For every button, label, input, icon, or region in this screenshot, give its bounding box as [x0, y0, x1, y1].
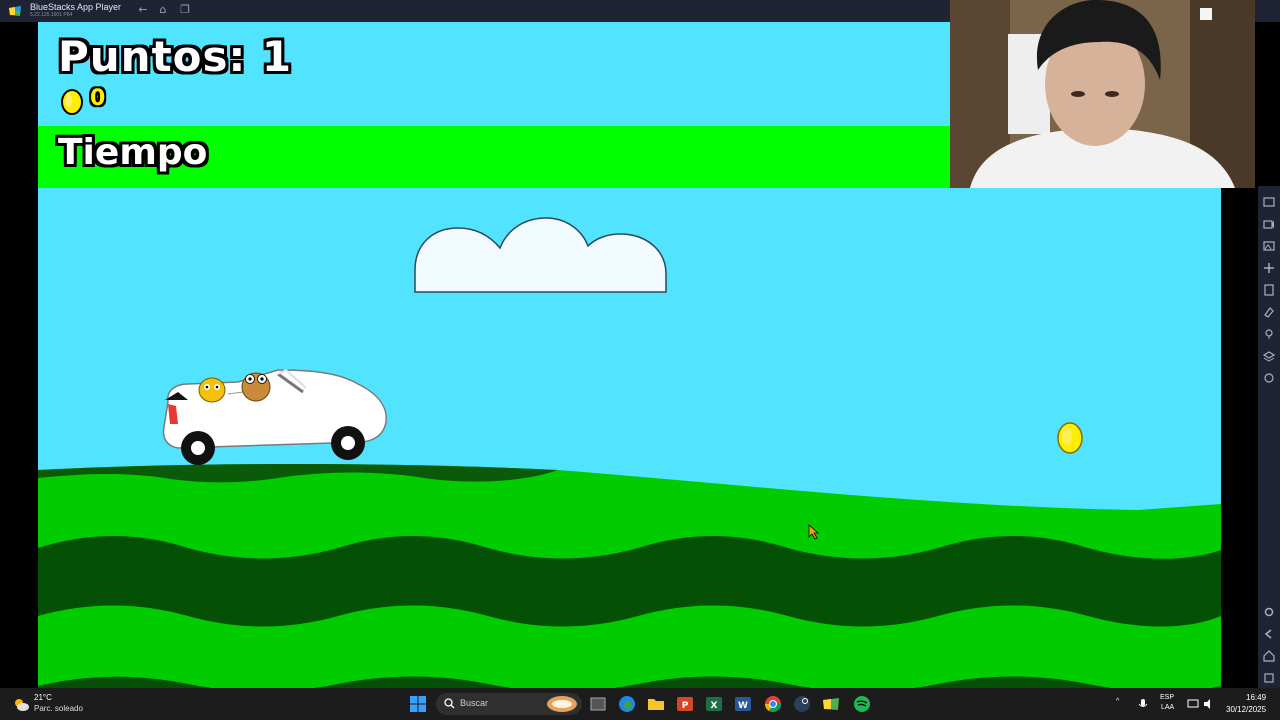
powerpoint-icon[interactable]: P: [676, 695, 694, 713]
search-placeholder: Buscar: [460, 698, 489, 708]
home-icon[interactable]: ⌂: [156, 3, 170, 17]
sync-icon[interactable]: [1263, 372, 1275, 384]
volume-icon[interactable]: [1203, 698, 1215, 710]
svg-text:X: X: [711, 701, 718, 711]
bluestacks-icon[interactable]: [822, 695, 840, 713]
passenger-yellow: [198, 377, 226, 403]
weather-icon[interactable]: [12, 696, 30, 712]
svg-text:P: P: [682, 701, 689, 711]
mouse-cursor-icon: [808, 524, 820, 540]
screenshot-icon[interactable]: [1263, 196, 1275, 208]
steam-icon[interactable]: [793, 695, 811, 713]
word-icon[interactable]: W: [734, 695, 752, 713]
erase-icon[interactable]: [1263, 306, 1275, 318]
svg-text:W: W: [738, 701, 748, 711]
time-label: Tiempo: [58, 132, 208, 173]
cloud: [414, 217, 667, 293]
side-toolbar: [1258, 186, 1280, 688]
score-label: Puntos: 1: [58, 32, 293, 81]
weather-desc[interactable]: Parc. soleado: [34, 704, 83, 713]
clock-time[interactable]: 16:49: [1246, 693, 1266, 702]
home-icon[interactable]: [1263, 650, 1275, 662]
tray-chevron-icon[interactable]: ^: [1116, 698, 1119, 705]
webcam-overlay: [950, 0, 1255, 188]
multitask-icon[interactable]: ❐: [178, 3, 192, 17]
settings-icon[interactable]: [1263, 606, 1275, 618]
media-icon[interactable]: [1263, 240, 1275, 252]
bluestacks-logo-icon: [9, 6, 21, 16]
coin-icon: [61, 89, 83, 115]
clock-date[interactable]: 30/12/2025: [1226, 705, 1266, 714]
wheel-front: [331, 426, 365, 460]
driver-brown: [241, 372, 271, 402]
taskbar-search[interactable]: Buscar: [436, 693, 582, 715]
apk-icon[interactable]: [1263, 284, 1275, 296]
left-letterbox: [0, 22, 38, 688]
coin-count: 0: [90, 86, 106, 111]
search-highlight-icon: [547, 696, 577, 712]
microphone-icon[interactable]: [1138, 698, 1148, 710]
controls-icon[interactable]: [1263, 262, 1275, 274]
webcam-person-image: [950, 0, 1255, 188]
search-icon: [444, 698, 455, 709]
recents-icon[interactable]: [1263, 672, 1275, 684]
location-icon[interactable]: [1263, 328, 1275, 340]
folder-icon[interactable]: [647, 695, 665, 713]
windows-taskbar: 21°C Parc. soleado Buscar P X W ^ ESP LA…: [0, 688, 1280, 720]
chrome-icon[interactable]: [764, 695, 782, 713]
excel-icon[interactable]: X: [705, 695, 723, 713]
language-bottom[interactable]: LAA: [1161, 704, 1174, 711]
layers-icon[interactable]: [1263, 350, 1275, 362]
back-arrow-icon[interactable]: ←: [136, 3, 150, 17]
spotify-icon[interactable]: [853, 695, 871, 713]
language-top[interactable]: ESP: [1160, 694, 1174, 701]
wheel-back: [181, 431, 215, 465]
window-version: 5.22.125.1001 P64: [30, 12, 73, 18]
windows-start-icon[interactable]: [410, 696, 426, 712]
edge-icon[interactable]: [618, 695, 636, 713]
record-icon[interactable]: [1263, 218, 1275, 230]
window-title: BlueStacks App Player: [30, 2, 122, 12]
file-explorer-icon[interactable]: [589, 695, 607, 713]
back-icon[interactable]: [1263, 628, 1275, 640]
coin: [1057, 422, 1083, 454]
weather-temp[interactable]: 21°C: [34, 693, 52, 702]
network-icon[interactable]: [1187, 698, 1199, 710]
right-letterbox: [1221, 186, 1258, 688]
car: [162, 368, 387, 465]
